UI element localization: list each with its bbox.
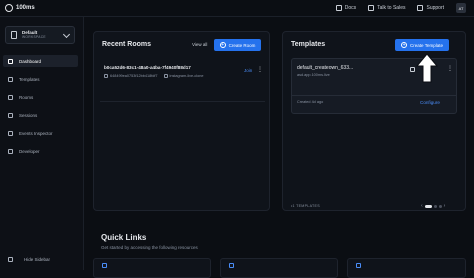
inspector-icon [8,130,13,136]
sidebar-item-sessions[interactable]: Sessions [3,109,78,121]
plus-icon: + [401,41,408,48]
create-template-button[interactable]: + Create Template [395,39,449,51]
room-id: b0ca52d6-83c1-48a0-a4ba-7f4940f88d17 [104,65,191,70]
configure-link[interactable]: Configure [420,100,440,105]
template-pager[interactable]: ‹ › [421,203,445,209]
help-icon [417,5,424,11]
pager-dot[interactable] [438,204,442,208]
quick-link-card[interactable] [93,258,211,278]
code-icon [8,148,13,154]
pointer-arrow-icon [416,53,438,83]
main-content: Recent Rooms View all + Create Room b0ca… [85,17,474,278]
rooms-icon [8,94,13,100]
template-count: •1 TEMPLATES [291,204,320,208]
phone-icon [368,5,375,11]
sidebar-item-dashboard[interactable]: Dashboard [3,55,78,67]
recent-rooms-title: Recent Rooms [102,41,152,48]
resource-icon [229,263,234,268]
top-bar: 100ms Docs Talk to Sales Support AT [0,0,474,17]
quick-link-card[interactable] [347,258,466,278]
divider [292,95,456,96]
templates-card: Templates + Create Template default_crea… [282,31,466,211]
room-row[interactable]: b0ca52d6-83c1-48a0-a4ba-7f4940f88d17 648… [100,62,265,102]
sidebar-item-events-inspector[interactable]: Events Inspector [3,127,78,139]
template-icon [163,74,168,78]
pager-dot-active[interactable] [424,204,432,208]
room-template: instagram-live-clone [163,74,204,78]
sidebar-item-templates[interactable]: Templates [3,73,78,85]
join-room-link[interactable]: Join [244,68,252,73]
avatar[interactable]: AT [456,3,466,13]
template-icon [8,76,13,82]
chevron-left-icon[interactable]: ‹ [421,203,423,209]
recent-rooms-card: Recent Rooms View all + Create Room b0ca… [93,31,270,211]
sidebar-item-rooms[interactable]: Rooms [3,91,78,103]
docs-icon [335,5,342,11]
edit-icon[interactable] [410,67,415,72]
template-subdomain: asd.app.100ms.live [297,73,330,77]
more-options-icon[interactable]: ⋮ [257,67,263,73]
workspace-switcher[interactable]: Default WORKSPACE [5,26,75,44]
hide-sidebar-button[interactable]: Hide Sidebar [8,257,50,262]
home-icon [8,58,13,64]
chevron-right-icon[interactable]: › [444,203,446,209]
chevron-down-icon [62,30,71,39]
collapse-sidebar-icon [8,257,13,262]
logo-icon [5,4,13,12]
templates-title: Templates [291,41,326,48]
resource-icon [102,263,107,268]
sidebar-item-developer[interactable]: Developer [3,145,78,157]
more-options-icon[interactable]: ⋮ [447,66,453,72]
plus-icon: + [219,41,226,48]
template-name: default_createown_633... [297,65,354,71]
docs-link[interactable]: Docs [335,5,356,11]
template-created: Created 4d ago [297,100,324,104]
logo-text: 100ms [16,5,35,11]
talk-to-sales-link[interactable]: Talk to Sales [368,5,405,11]
pager-dot[interactable] [433,204,437,208]
quick-links-title: Quick Links [101,233,147,242]
workspace-subtitle: WORKSPACE [22,34,46,39]
quick-link-card[interactable] [220,258,338,278]
sidebar-nav: Dashboard Templates Rooms Sessions Event… [3,55,78,163]
view-all-link[interactable]: View all [192,42,207,47]
logo[interactable]: 100ms [5,4,35,12]
room-code: 648499ea0753f12bb418fdf7 [104,74,158,78]
sessions-icon [8,112,13,118]
quick-links-subtitle: Get started by accessing the following r… [101,245,198,250]
copy-icon [104,74,108,78]
support-link[interactable]: Support [417,5,444,11]
workspace-icon [11,31,17,39]
create-room-button[interactable]: + Create Room [214,39,261,51]
resource-icon [356,263,361,268]
sidebar: Default WORKSPACE Dashboard Templates Ro… [0,17,84,270]
